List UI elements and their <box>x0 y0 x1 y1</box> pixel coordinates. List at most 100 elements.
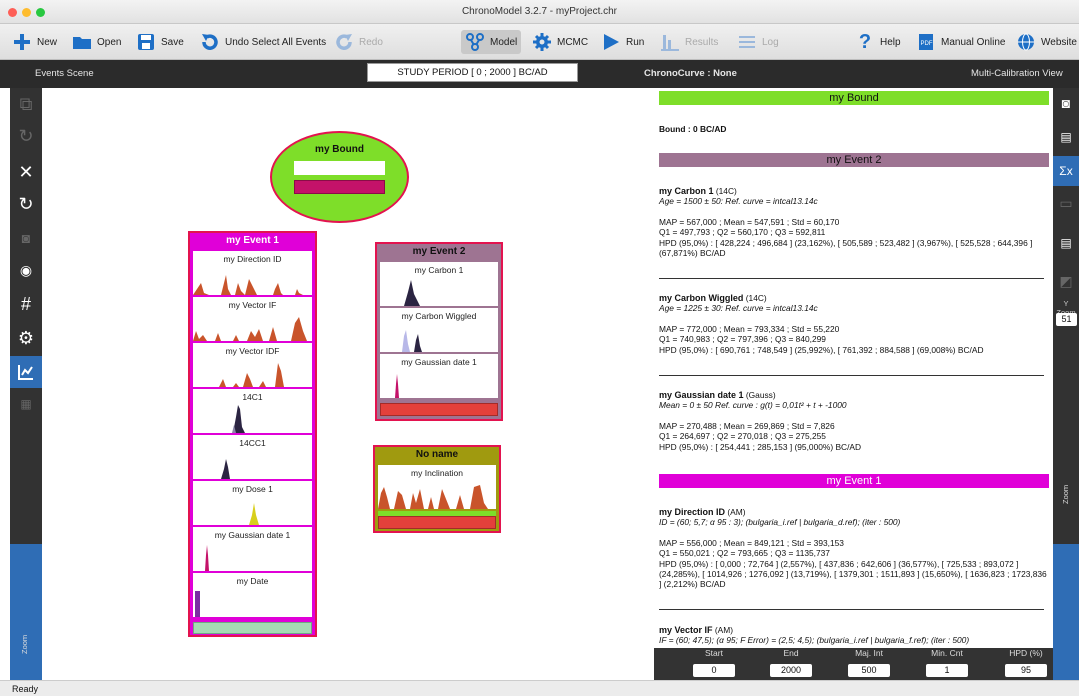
vectorif-sub: IF = (60; 47,5); (α 95; F Error) = (2,5;… <box>659 635 970 646</box>
date-card[interactable]: 14C1 <box>193 389 312 435</box>
log-button[interactable]: Log <box>737 30 779 54</box>
hpd-label: HPD (%) <box>1009 648 1043 658</box>
manual-online-button[interactable]: PDF Manual Online <box>916 30 1005 54</box>
new-bound-icon[interactable]: ↻ <box>10 120 42 152</box>
density-plot <box>402 330 422 352</box>
direction-quartiles: Q1 = 550,021 ; Q2 = 793,665 ; Q3 = 1135,… <box>659 548 830 559</box>
event-node-1[interactable]: my Event 1 my Direction ID my Vector IF … <box>188 231 317 637</box>
status-bar: Ready <box>0 680 1079 696</box>
end-input[interactable]: 2000 <box>770 664 812 677</box>
recycle-icon[interactable]: ↻ <box>10 188 42 220</box>
event1-section-header: my Event 1 <box>659 474 1049 488</box>
direction-map: MAP = 556,000 ; Mean = 849,121 ; Std = 3… <box>659 537 844 548</box>
date-card[interactable]: my Inclination <box>378 465 496 511</box>
calculator-icon[interactable]: ▤ <box>1053 122 1079 152</box>
svg-text:PDF: PDF <box>921 41 933 47</box>
study-period-button[interactable]: STUDY PERIOD [ 0 ; 2000 ] BC/AD <box>367 63 578 82</box>
gauss-hpd: HPD (95,0%) : [ 254,441 ; 285,153 ] (95,… <box>659 441 862 452</box>
majint-input[interactable]: 500 <box>848 664 890 677</box>
end-label: End <box>783 648 799 658</box>
date-card[interactable]: my Carbon 1 <box>380 262 498 308</box>
carbon1-map: MAP = 567,000 ; Mean = 547,591 ; Std = 6… <box>659 216 840 227</box>
density-plot <box>219 363 284 387</box>
carbon1-hpd: HPD (95,0%) : [ 428,224 ; 496,684 ] (23,… <box>659 237 1033 259</box>
open-button[interactable]: Open <box>72 30 121 54</box>
main-toolbar: New Open Save Undo Select All Events Red… <box>0 24 1079 60</box>
date-card[interactable]: my Direction ID <box>193 251 312 297</box>
save-button[interactable]: Save <box>136 30 184 54</box>
grid-icon[interactable]: # <box>10 288 42 320</box>
scene-zoom-slider[interactable] <box>10 544 42 680</box>
density-plot <box>205 545 209 571</box>
event-node-2[interactable]: my Event 2 my Carbon 1 my Carbon Wiggled… <box>375 242 503 421</box>
mcmc-button[interactable]: MCMC <box>532 30 588 54</box>
export-doc-icon[interactable]: ▤ <box>1053 228 1079 258</box>
model-button[interactable]: Model <box>461 30 522 54</box>
run-label: Run <box>626 36 645 48</box>
direction-block: my Direction ID (AM) ID = (60; 5,7; α 95… <box>659 507 1049 590</box>
date-card[interactable]: my Vector IDF <box>193 343 312 389</box>
log-label: Log <box>762 36 779 48</box>
vectorif-name: my Vector IF <box>659 625 713 635</box>
event1-footer-bar <box>193 622 312 634</box>
results-chart-icon <box>660 32 680 52</box>
help-button[interactable]: ? Help <box>855 30 901 54</box>
right-toolbar: ◙ ▤ Σx ▭ ▤ ◩ Y Zoom 51 Zoom <box>1053 88 1079 680</box>
carbon1-quartiles: Q1 = 497,793 ; Q2 = 560,170 ; Q3 = 592,8… <box>659 227 826 238</box>
export-grid-icon[interactable]: ▦ <box>10 388 42 420</box>
events-scene[interactable]: my Bound my Event 1 my Direction ID my V… <box>42 88 654 680</box>
direction-sub: ID = (60; 5,7; α 95 : 3); (bulgaria_i.re… <box>659 517 901 528</box>
settings-gear-icon[interactable]: ⚙ <box>10 322 42 354</box>
density-plot <box>378 485 488 509</box>
event1-title: my Event 1 <box>226 235 279 246</box>
model-label: Model <box>490 36 518 48</box>
mincnt-input[interactable]: 1 <box>926 664 968 677</box>
new-button[interactable]: New <box>12 30 57 54</box>
date-card[interactable]: my Carbon Wiggled <box>380 308 498 354</box>
new-label: New <box>37 36 58 48</box>
event2-title: my Event 2 <box>412 246 466 257</box>
bound-node[interactable]: my Bound <box>270 131 409 223</box>
undo-button[interactable]: Undo Select All Events <box>200 30 326 54</box>
hpd-input[interactable]: 95 <box>1005 664 1047 677</box>
camera-icon[interactable]: ◙ <box>10 222 42 254</box>
start-input[interactable]: 0 <box>693 664 735 677</box>
date-card[interactable]: my Date <box>193 573 312 619</box>
density-plot <box>232 405 245 433</box>
start-field-group: Start 0 <box>689 648 739 680</box>
sigma-stats-icon[interactable]: Σx <box>1053 156 1079 186</box>
date-card[interactable]: my Dose 1 <box>193 481 312 527</box>
event-node-3[interactable]: No name my Inclination <box>373 445 501 533</box>
mincnt-label: Min. Cnt <box>931 648 963 658</box>
panel-zoom-slider[interactable] <box>1053 544 1079 680</box>
camera-icon[interactable]: ◙ <box>1053 88 1079 118</box>
wiggled-type: (14C) <box>745 293 767 303</box>
results-button[interactable]: Results <box>660 30 718 54</box>
separator <box>659 375 1044 376</box>
color-tool-icon[interactable]: ◩ <box>1053 266 1079 296</box>
eye-icon[interactable]: ◉ <box>10 254 42 286</box>
website-button[interactable]: Website <box>1016 30 1077 54</box>
date-card[interactable]: my Gaussian date 1 <box>380 354 498 400</box>
disabled-tool-icon[interactable]: ▭ <box>1053 188 1079 218</box>
results-text-panel[interactable]: my Bound Bound : 0 BC/AD my Event 2 my C… <box>654 88 1053 648</box>
undo-icon <box>200 32 220 52</box>
vectorif-block: my Vector IF (AM) IF = (60; 47,5); (α 95… <box>659 625 1049 646</box>
end-field-group: End 2000 <box>766 648 816 680</box>
bound-section-header: my Bound <box>659 91 1049 105</box>
run-button[interactable]: Run <box>601 30 644 54</box>
delete-icon[interactable]: ✕ <box>10 156 42 188</box>
event3-title: No name <box>415 449 459 460</box>
redo-button[interactable]: Redo <box>334 30 383 54</box>
new-event-icon[interactable]: ⧉ <box>10 88 42 120</box>
mincnt-field-group: Min. Cnt 1 <box>922 648 972 680</box>
date-card[interactable]: my Vector IF <box>193 297 312 343</box>
log-list-icon <box>737 32 757 52</box>
chart-view-icon[interactable] <box>10 356 42 388</box>
manual-label: Manual Online <box>941 36 1006 48</box>
date-card[interactable]: 14CC1 <box>193 435 312 481</box>
date-card[interactable]: my Gaussian date 1 <box>193 527 312 573</box>
hpd-field-group: HPD (%) 95 <box>1001 648 1051 680</box>
bound-field <box>294 161 385 175</box>
yzoom-input[interactable]: 51 <box>1056 313 1077 326</box>
